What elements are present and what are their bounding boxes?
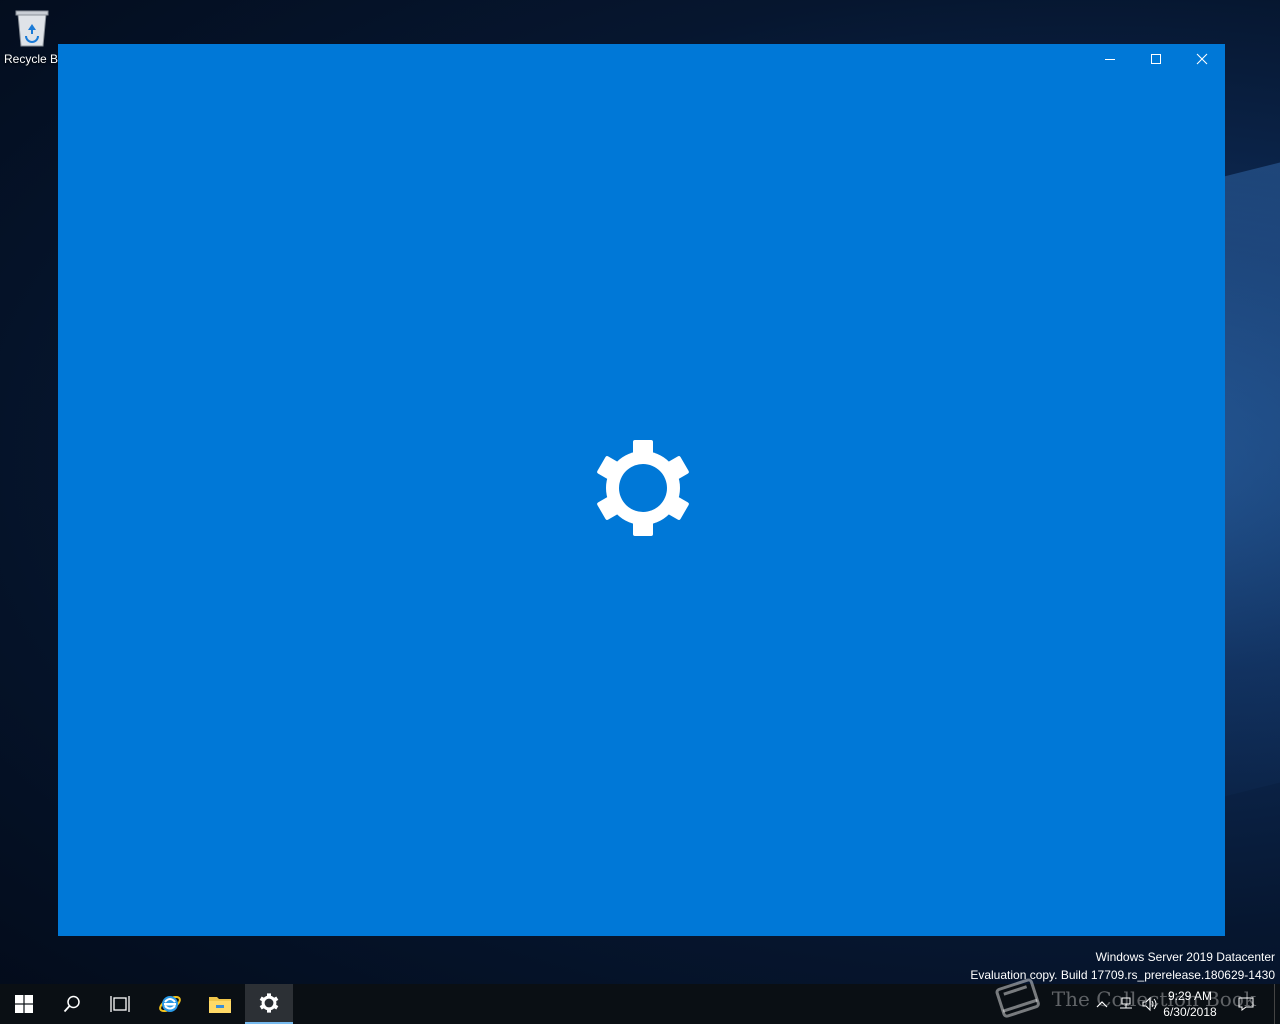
recycle-bin-label: Recycle Bin bbox=[4, 52, 68, 66]
clock-time: 9:29 AM bbox=[1167, 989, 1213, 1003]
minimize-icon bbox=[1105, 59, 1115, 60]
settings-window[interactable] bbox=[58, 44, 1225, 936]
search-button[interactable] bbox=[48, 984, 96, 1024]
system-tray: 9:29 AM 6/30/2018 bbox=[1080, 984, 1280, 1024]
search-icon bbox=[63, 995, 80, 1013]
recycle-bin-icon bbox=[15, 10, 49, 47]
window-controls bbox=[1087, 44, 1225, 74]
recycle-bin-shortcut[interactable]: Recycle Bin bbox=[4, 6, 68, 66]
show-desktop-button[interactable] bbox=[1274, 984, 1280, 1024]
start-button[interactable] bbox=[0, 984, 48, 1024]
minimize-button[interactable] bbox=[1087, 44, 1133, 74]
close-button[interactable] bbox=[1179, 44, 1225, 74]
chevron-up-icon bbox=[1096, 1001, 1108, 1008]
volume-button[interactable] bbox=[1140, 994, 1160, 1014]
internet-explorer-icon bbox=[159, 996, 181, 1012]
show-hidden-icons-button[interactable] bbox=[1092, 994, 1112, 1014]
clock[interactable]: 9:29 AM 6/30/2018 bbox=[1158, 988, 1222, 1020]
desktop: Recycle Bin Windows Server 2019 Datacent… bbox=[0, 0, 1280, 1024]
edition-text: Windows Server 2019 Datacenter bbox=[1095, 950, 1275, 964]
windows-logo-icon bbox=[15, 995, 33, 1013]
settings-button[interactable] bbox=[245, 984, 293, 1024]
task-view-button[interactable] bbox=[96, 984, 144, 1024]
maximize-button[interactable] bbox=[1133, 44, 1179, 74]
network-button[interactable] bbox=[1116, 994, 1136, 1014]
clock-date: 6/30/2018 bbox=[1163, 1005, 1217, 1019]
taskbar: 9:29 AM 6/30/2018 bbox=[0, 984, 1280, 1024]
maximize-icon bbox=[1151, 54, 1161, 64]
network-icon bbox=[1120, 997, 1132, 1009]
gear-icon bbox=[259, 993, 279, 1013]
action-center-button[interactable] bbox=[1236, 994, 1256, 1014]
gear-icon bbox=[597, 440, 689, 536]
build-text: Evaluation copy. Build 17709.rs_prerelea… bbox=[970, 968, 1275, 982]
task-view-icon bbox=[110, 996, 130, 1012]
close-icon bbox=[1196, 53, 1208, 65]
os-watermark: Windows Server 2019 Datacenter Evaluatio… bbox=[970, 948, 1275, 984]
volume-icon bbox=[1142, 996, 1157, 1012]
file-explorer-button[interactable] bbox=[196, 984, 244, 1024]
internet-explorer-button[interactable] bbox=[146, 984, 194, 1024]
action-center-icon bbox=[1238, 997, 1254, 1011]
folder-icon bbox=[209, 997, 231, 1013]
